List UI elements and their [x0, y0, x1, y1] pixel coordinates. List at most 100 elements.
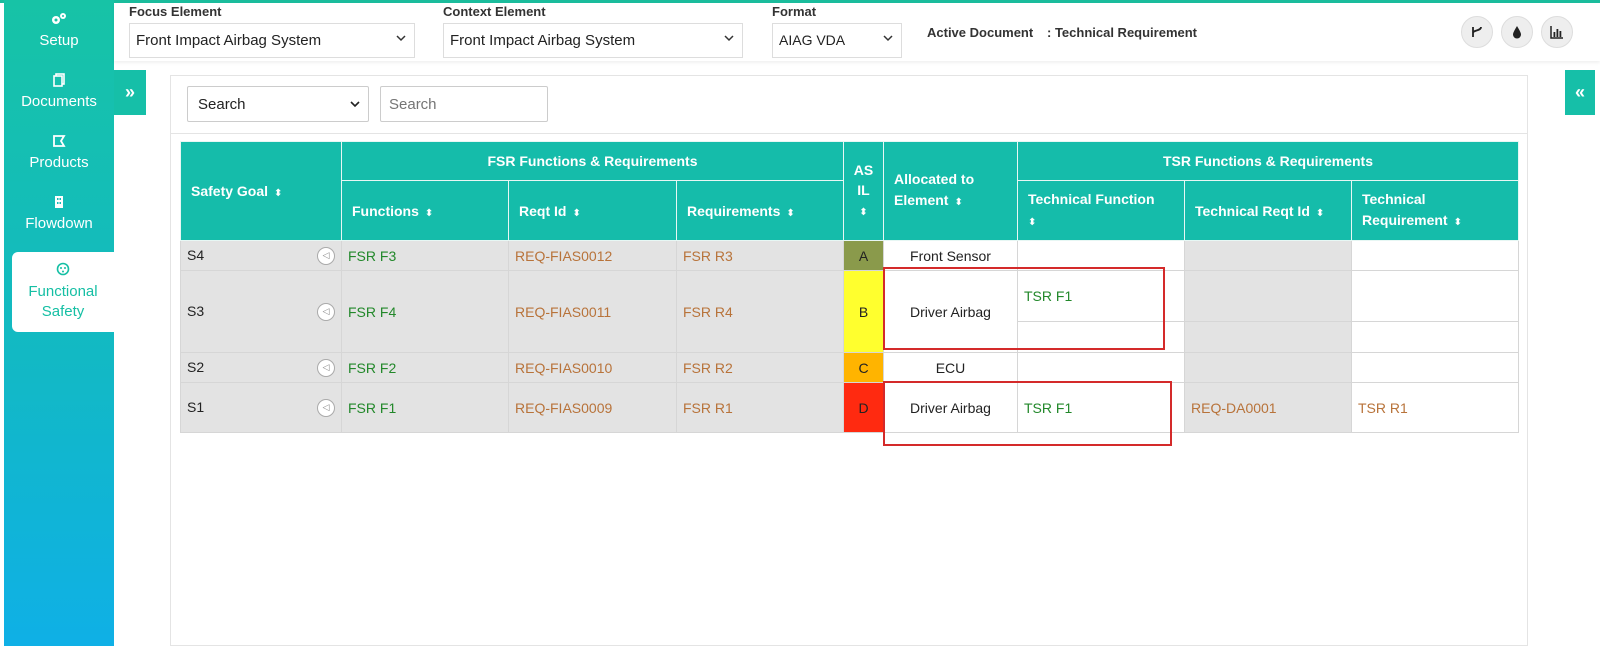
sidebar-item-products[interactable]: Products	[4, 122, 114, 183]
element-cell: Front Sensor	[883, 240, 1018, 271]
col-technical-function[interactable]: Technical Function ⬍	[1017, 180, 1185, 241]
tech-function-cell[interactable]	[1017, 240, 1185, 271]
tech-requirement-cell[interactable]	[1351, 352, 1519, 383]
asil-cell: A	[843, 240, 884, 271]
tsr-group-header: TSR Functions & Requirements	[1017, 141, 1519, 181]
play-left-icon[interactable]: ◁	[317, 398, 335, 417]
flowdown-icon	[53, 195, 65, 211]
header-label: Technical Reqt Id	[1195, 202, 1310, 219]
col-allocated-element[interactable]: Allocated to Element ⬍	[883, 141, 1018, 241]
search-bar: Search	[171, 76, 1527, 134]
requirement-cell[interactable]: FSR R4	[676, 270, 844, 353]
play-left-icon[interactable]: ◁	[317, 302, 335, 321]
format-select[interactable]: AIAG VDA	[772, 23, 902, 58]
collapse-right-button[interactable]: «	[1565, 70, 1595, 115]
double-chevron-right-icon: »	[124, 82, 135, 102]
search-field-select[interactable]: Search	[187, 86, 369, 122]
requirement-cell[interactable]: FSR R1	[676, 382, 844, 433]
col-technical-requirement[interactable]: Technical Requirement ⬍	[1351, 180, 1519, 241]
expand-left-button[interactable]: »	[114, 70, 146, 115]
function-cell[interactable]: FSR F4	[341, 270, 509, 353]
sidebar-item-label: Products	[29, 154, 89, 171]
safety-requirements-table: Safety Goal ⬍ FSR Functions & Requirement…	[180, 141, 1519, 433]
table-row: S2 ◁ FSR F2 REQ-FIAS0010 FSR R2 C ECU	[180, 352, 1519, 383]
sidebar-item-flowdown[interactable]: Flowdown	[4, 183, 114, 244]
format-label: Format	[772, 4, 817, 19]
function-cell[interactable]: FSR F3	[341, 240, 509, 271]
header-label: AS IL	[853, 161, 874, 198]
asil-cell: D	[843, 382, 884, 433]
tech-reqt-id-cell-empty[interactable]	[1184, 321, 1352, 353]
header-label: Safety Goal	[191, 183, 269, 199]
sidebar-item-label: Functional Safety	[28, 283, 98, 320]
safety-goal-cell: S3 ◁	[180, 270, 342, 353]
sidebar: Setup Documents Products Flowdown Functi…	[4, 0, 114, 646]
tech-requirement-cell[interactable]: TSR R1	[1351, 382, 1519, 433]
col-requirements[interactable]: Requirements ⬍	[676, 180, 844, 241]
sort-icon: ⬍	[1453, 216, 1462, 228]
tech-reqt-id-cell[interactable]: REQ-DA0001	[1184, 382, 1352, 433]
function-cell[interactable]: FSR F1	[341, 382, 509, 433]
context-element-select[interactable]: Front Impact Airbag System	[443, 23, 743, 58]
col-reqt-id[interactable]: Reqt Id ⬍	[508, 180, 677, 241]
tech-requirement-cell-empty[interactable]	[1351, 321, 1519, 353]
requirement-cell[interactable]: FSR R3	[676, 240, 844, 271]
flow-toggle-button[interactable]	[1461, 16, 1493, 48]
tech-requirement-cell[interactable]	[1351, 240, 1519, 271]
safety-goal-cell: S2 ◁	[180, 352, 342, 383]
tech-function-cell[interactable]	[1017, 352, 1185, 383]
double-chevron-left-icon: «	[1574, 82, 1585, 102]
documents-icon	[53, 73, 65, 89]
table-row: S1 ◁ FSR F1 REQ-FIAS0009 FSR R1 D Driver …	[180, 382, 1519, 433]
asil-cell: B	[843, 270, 884, 353]
tech-reqt-id-cell[interactable]	[1184, 352, 1352, 383]
highlight-box	[883, 381, 1172, 446]
format-value: AIAG VDA	[779, 32, 846, 48]
sidebar-item-documents[interactable]: Documents	[4, 61, 114, 122]
sort-icon: ⬍	[786, 207, 795, 219]
chart-button[interactable]	[1541, 16, 1573, 48]
reqt-id-cell[interactable]: REQ-FIAS0011	[508, 270, 677, 353]
context-element-label: Context Element	[443, 4, 546, 19]
sidebar-item-setup[interactable]: Setup	[4, 0, 114, 61]
search-input[interactable]	[380, 86, 548, 122]
play-left-icon[interactable]: ◁	[317, 358, 335, 377]
col-safety-goal[interactable]: Safety Goal ⬍	[180, 141, 342, 241]
header-label: Functions	[352, 202, 419, 219]
reqt-id-cell[interactable]: REQ-FIAS0012	[508, 240, 677, 271]
reqt-id-cell[interactable]: REQ-FIAS0010	[508, 352, 677, 383]
safety-goal-cell: S4 ◁	[180, 240, 342, 271]
branch-icon	[1472, 26, 1482, 37]
header-label: Requirements	[687, 202, 781, 219]
header-label: Technical Function	[1028, 190, 1155, 207]
sort-icon: ⬍	[859, 206, 868, 218]
functional-safety-icon	[56, 262, 70, 278]
play-left-icon[interactable]: ◁	[317, 246, 335, 265]
sort-icon: ⬍	[572, 207, 581, 219]
tech-reqt-id-cell[interactable]	[1184, 240, 1352, 271]
element-cell: ECU	[883, 352, 1018, 383]
focus-element-select[interactable]: Front Impact Airbag System	[129, 23, 415, 58]
tech-requirement-cell[interactable]	[1351, 270, 1519, 322]
safety-goal-value: S4	[187, 246, 205, 263]
safety-goal-value: S1	[187, 398, 205, 415]
function-cell[interactable]: FSR F2	[341, 352, 509, 383]
products-icon	[52, 134, 66, 150]
tech-reqt-id-cell[interactable]	[1184, 270, 1352, 322]
sidebar-item-label: Flowdown	[25, 215, 93, 232]
col-asil[interactable]: AS IL ⬍	[843, 141, 884, 241]
header-bar: Focus Element Front Impact Airbag System…	[114, 3, 1600, 61]
active-document-label: Active Document	[927, 25, 1034, 40]
reqt-id-cell[interactable]: REQ-FIAS0009	[508, 382, 677, 433]
color-drop-button[interactable]	[1501, 16, 1533, 48]
safety-goal-value: S2	[187, 358, 205, 375]
focus-element-value: Front Impact Airbag System	[136, 32, 322, 49]
highlight-box	[883, 267, 1165, 350]
col-technical-reqt-id[interactable]: Technical Reqt Id ⬍	[1184, 180, 1352, 241]
sidebar-item-label: Setup	[39, 32, 79, 49]
chevron-down-icon	[350, 101, 360, 108]
requirement-cell[interactable]: FSR R2	[676, 352, 844, 383]
sort-icon: ⬍	[274, 188, 283, 199]
col-functions[interactable]: Functions ⬍	[341, 180, 509, 241]
sidebar-item-functional-safety[interactable]: Functional Safety	[12, 252, 114, 332]
